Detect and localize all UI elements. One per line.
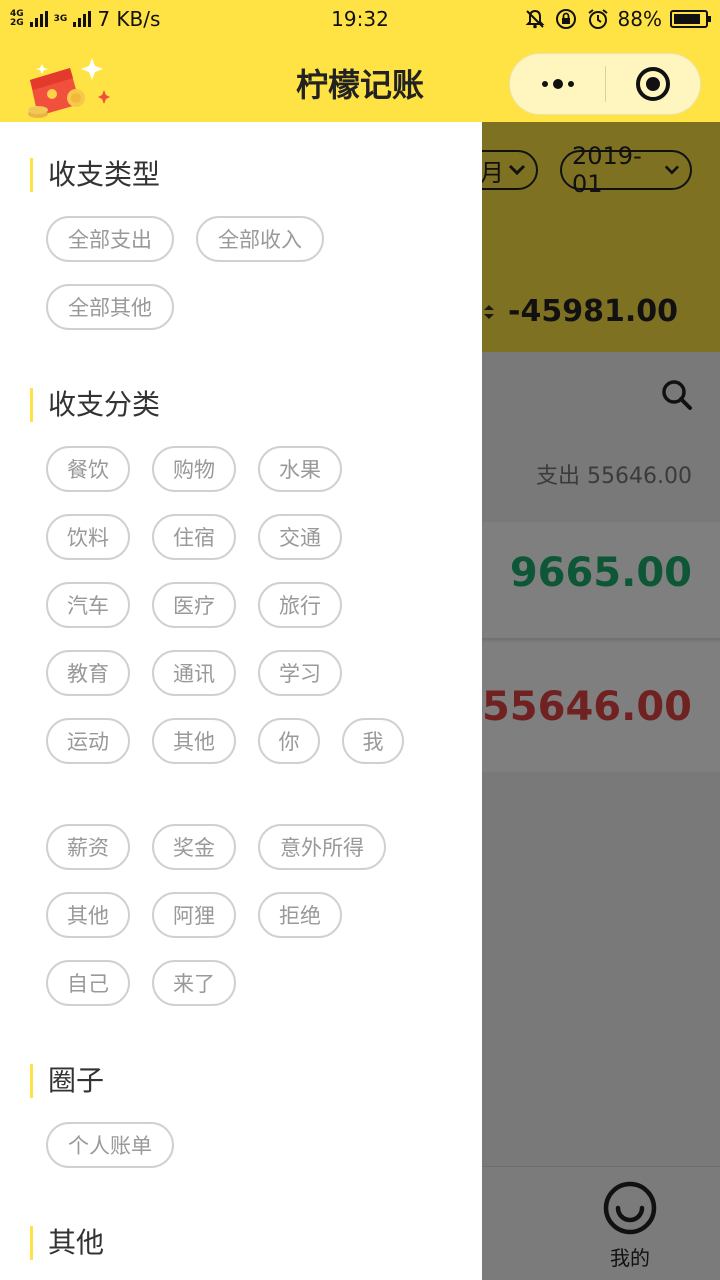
dot-icon — [567, 81, 574, 87]
filter-drawer: 收支类型 全部支出 全部收入 全部其他 收支分类 餐饮 购物 水果 饮料 住宿 … — [0, 122, 482, 1280]
chip-category[interactable]: 汽车 — [46, 582, 130, 628]
mute-bell-icon — [525, 9, 544, 29]
chip-category[interactable]: 通讯 — [152, 650, 236, 696]
close-mini-program-button[interactable] — [606, 66, 700, 102]
chip-category[interactable]: 自己 — [46, 960, 130, 1006]
chip-category[interactable]: 学习 — [258, 650, 342, 696]
battery-percent: 88% — [617, 7, 662, 31]
chip-all-expense[interactable]: 全部支出 — [46, 216, 174, 262]
nav-bar: 柠檬记账 — [0, 38, 720, 122]
chip-category[interactable]: 意外所得 — [258, 824, 386, 870]
network-type: 4G 2G — [10, 10, 24, 28]
network-2g: 2G — [10, 18, 24, 28]
chip-category[interactable]: 奖金 — [152, 824, 236, 870]
signal-icon — [29, 11, 48, 27]
chip-all-other[interactable]: 全部其他 — [46, 284, 174, 330]
chip-category[interactable]: 阿狸 — [152, 892, 236, 938]
section-title-category: 收支分类 — [30, 388, 160, 422]
expense-category-chips: 餐饮 购物 水果 饮料 住宿 交通 汽车 医疗 旅行 教育 通讯 学习 运动 其… — [46, 446, 426, 764]
section-title-other: 其他 — [30, 1226, 104, 1260]
alarm-icon — [587, 9, 608, 29]
mini-program-capsule — [509, 53, 701, 115]
more-menu-button[interactable] — [510, 79, 605, 89]
chip-category[interactable]: 交通 — [258, 514, 342, 560]
circle-chip-group: 个人账单 — [46, 1122, 466, 1168]
signal-icon-2 — [73, 11, 92, 27]
chip-category[interactable]: 住宿 — [152, 514, 236, 560]
chip-category[interactable]: 其他 — [46, 892, 130, 938]
chip-category[interactable]: 你 — [258, 718, 320, 764]
network-3g: 3G — [53, 13, 68, 24]
chip-category[interactable]: 餐饮 — [46, 446, 130, 492]
chip-category[interactable]: 饮料 — [46, 514, 130, 560]
chip-all-income[interactable]: 全部收入 — [196, 216, 324, 262]
income-category-chips: 薪资 奖金 意外所得 其他 阿狸 拒绝 自己 来了 — [46, 824, 426, 1006]
chip-category[interactable]: 拒绝 — [258, 892, 342, 938]
chip-category[interactable]: 薪资 — [46, 824, 130, 870]
section-title-circle: 圈子 — [30, 1064, 104, 1098]
network-speed: 7 KB/s — [97, 7, 161, 31]
type-chip-group: 全部支出 全部收入 全部其他 — [46, 216, 466, 330]
section-title-type: 收支类型 — [30, 158, 160, 192]
chip-category[interactable]: 医疗 — [152, 582, 236, 628]
rotation-lock-icon — [555, 9, 576, 29]
chip-category[interactable]: 我 — [342, 718, 404, 764]
chip-category[interactable]: 旅行 — [258, 582, 342, 628]
dot-icon — [552, 79, 563, 89]
chip-personal-bill[interactable]: 个人账单 — [46, 1122, 174, 1168]
status-bar: 4G 2G 3G 7 KB/s 19:32 88% — [0, 0, 720, 38]
battery-icon — [670, 10, 711, 28]
chip-category[interactable]: 教育 — [46, 650, 130, 696]
chip-category[interactable]: 运动 — [46, 718, 130, 764]
chip-category[interactable]: 水果 — [258, 446, 342, 492]
target-close-icon — [636, 67, 670, 101]
chip-category[interactable]: 其他 — [152, 718, 236, 764]
dot-icon — [541, 81, 548, 87]
chip-category[interactable]: 购物 — [152, 446, 236, 492]
chip-category[interactable]: 来了 — [152, 960, 236, 1006]
